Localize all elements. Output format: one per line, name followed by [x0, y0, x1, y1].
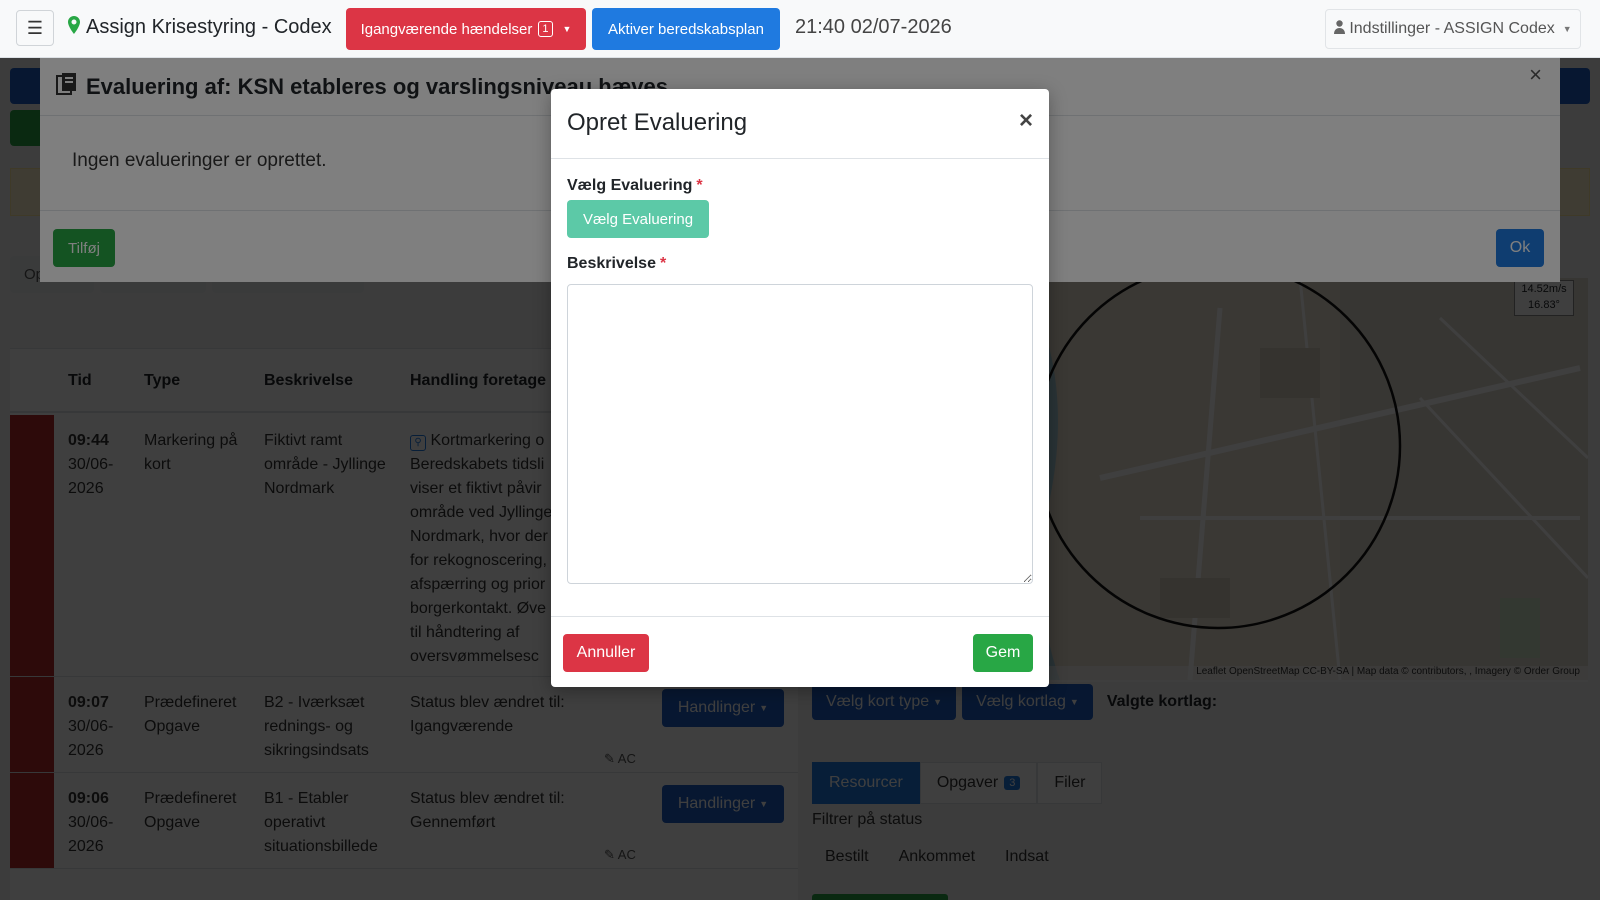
modal-header: Opret Evaluering × [551, 89, 1049, 159]
description-field-label: Beskrivelse * [567, 255, 666, 273]
incidents-label: Igangværende hændelser [360, 20, 533, 38]
incidents-count-badge: 1 [538, 21, 553, 37]
caret-down-icon: ▼ [562, 24, 572, 34]
modal-close-button[interactable]: × [1019, 107, 1033, 135]
app-title: Assign Krisestyring - Codex [86, 16, 332, 38]
caret-down-icon: ▼ [1562, 24, 1572, 34]
choose-evaluation-label-text: Vælg Evaluering [567, 177, 693, 194]
save-button[interactable]: Gem [973, 634, 1033, 672]
modal-footer: Annuller Gem [551, 616, 1049, 687]
ongoing-incidents-dropdown[interactable]: Igangværende hændelser 1 ▼ [346, 8, 586, 50]
required-marker: * [659, 255, 667, 272]
user-icon [1334, 19, 1346, 39]
map-pin-icon [68, 16, 80, 39]
activate-plan-button[interactable]: Aktiver beredskabsplan [592, 8, 780, 50]
required-marker: * [696, 177, 703, 194]
top-navbar: ☰ Assign Krisestyring - Codex Igangværen… [0, 0, 1600, 58]
app-brand[interactable]: Assign Krisestyring - Codex [68, 16, 332, 39]
choose-evaluation-field-label: Vælg Evaluering * [567, 177, 703, 195]
settings-label: Indstillinger - ASSIGN Codex [1349, 20, 1555, 37]
choose-evaluation-button[interactable]: Vælg Evaluering [567, 200, 709, 238]
hamburger-icon: ☰ [26, 17, 44, 38]
cancel-button[interactable]: Annuller [563, 634, 649, 672]
modal-title: Opret Evaluering [567, 109, 748, 136]
menu-toggle-button[interactable]: ☰ [16, 10, 54, 46]
create-evaluation-modal: Opret Evaluering × Vælg Evaluering * Vælg… [551, 89, 1049, 687]
description-textarea[interactable] [567, 284, 1033, 584]
current-datetime: 21:40 02/07-2026 [795, 16, 952, 38]
settings-dropdown[interactable]: Indstillinger - ASSIGN Codex ▼ [1325, 9, 1581, 49]
description-label-text: Beskrivelse [567, 255, 656, 272]
